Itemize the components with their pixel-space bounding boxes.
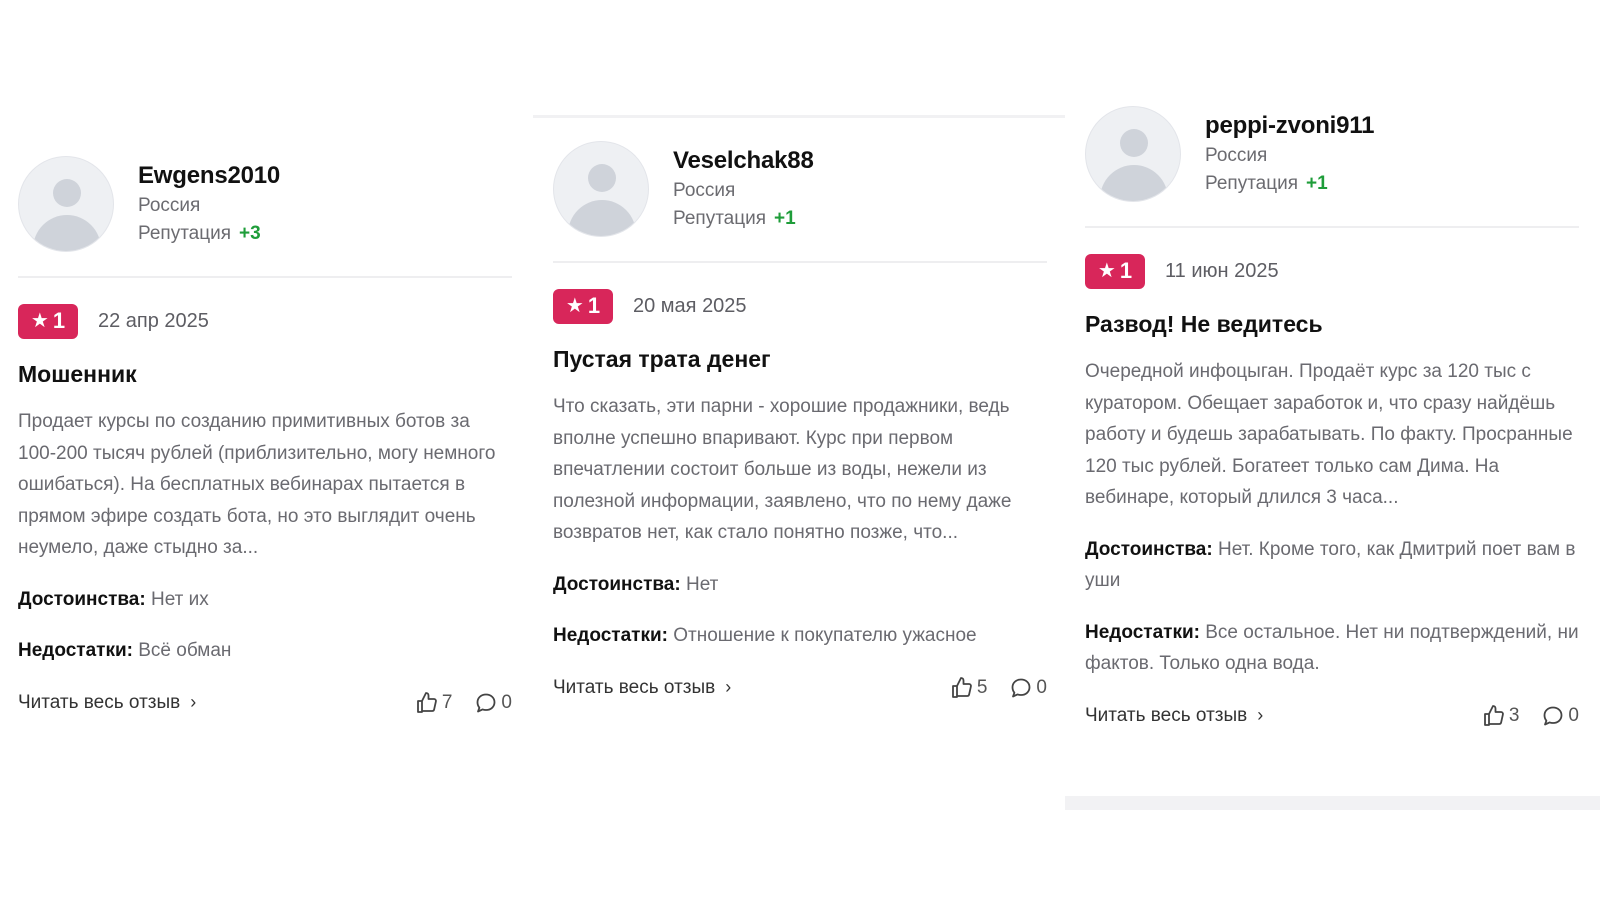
comment-count: 0 bbox=[501, 691, 512, 713]
pros-text: Нет их bbox=[150, 588, 209, 610]
review-date: 20 мая 2025 bbox=[633, 294, 747, 317]
comment-icon bbox=[477, 693, 496, 712]
reputation: Репутация +1 bbox=[673, 205, 814, 233]
read-full-review-link[interactable]: Читать весь отзыв › bbox=[18, 692, 196, 714]
user-country: Россия bbox=[138, 195, 201, 216]
user-info: peppi-zvoni911 Россия Репутация +1 bbox=[1205, 112, 1374, 198]
reputation: Репутация +1 bbox=[1205, 170, 1374, 198]
review-footer: Читать весь отзыв › 7 0 bbox=[18, 687, 512, 719]
review-card: Veselchak88 Россия Репутация +1 ★ 1 20 мая… bbox=[553, 141, 1047, 704]
review-cons: Недостатки: Все остальное. Нет ни подтве… bbox=[1085, 617, 1579, 680]
pros-label: Достоинства: bbox=[553, 573, 681, 595]
read-full-review-label: Читать весь отзыв bbox=[553, 676, 716, 698]
star-icon: ★ bbox=[565, 295, 584, 317]
cons-label: Недостатки: bbox=[1085, 621, 1200, 643]
chevron-right-icon: › bbox=[1257, 705, 1264, 725]
review-pros: Достоинства: Нет bbox=[553, 569, 1047, 601]
comment-button[interactable]: 0 bbox=[474, 691, 512, 715]
username[interactable]: Ewgens2010 bbox=[138, 162, 280, 190]
user-country: Россия bbox=[1205, 145, 1268, 166]
rating-badge: ★ 1 bbox=[1085, 253, 1145, 289]
pros-text: Нет bbox=[685, 573, 719, 595]
star-icon: ★ bbox=[1097, 260, 1116, 282]
reputation-value: +1 bbox=[1306, 173, 1328, 194]
divider bbox=[553, 261, 1047, 263]
reputation-label: Репутация bbox=[1205, 173, 1299, 194]
review-pros: Достоинства: Нет их bbox=[18, 584, 512, 616]
chevron-right-icon: › bbox=[725, 677, 732, 697]
review-card: peppi-zvoni911 Россия Репутация +1 ★ 1 11 … bbox=[1085, 106, 1579, 732]
read-full-review-label: Читать весь отзыв bbox=[1085, 704, 1248, 726]
rating-value: 1 bbox=[52, 308, 66, 333]
divider bbox=[1085, 226, 1579, 228]
review-date: 11 июн 2025 bbox=[1165, 259, 1279, 282]
thumbs-up-icon bbox=[416, 691, 437, 713]
username[interactable]: peppi-zvoni911 bbox=[1205, 112, 1374, 140]
comment-icon bbox=[1012, 678, 1031, 697]
review-footer: Читать весь отзыв › 5 0 bbox=[553, 672, 1047, 704]
reputation-value: +1 bbox=[774, 208, 796, 229]
reputation-label: Репутация bbox=[138, 223, 232, 244]
review-pros: Достоинства: Нет. Кроме того, как Дмитри… bbox=[1085, 534, 1579, 597]
read-full-review-link[interactable]: Читать весь отзыв › bbox=[553, 677, 731, 699]
review-date: 22 апр 2025 bbox=[98, 309, 209, 332]
cons-label: Недостатки: bbox=[553, 625, 668, 646]
user-country: Россия bbox=[673, 180, 736, 201]
cons-label: Недостатки: bbox=[18, 640, 133, 661]
review-card: Ewgens2010 Россия Репутация +3 ★ 1 22 апр … bbox=[18, 156, 512, 719]
like-button[interactable]: 5 bbox=[950, 676, 988, 700]
review-meta: ★ 1 22 апр 2025 bbox=[18, 303, 512, 339]
review-text: Очередной инфоцыган. Продаёт курс за 120… bbox=[1085, 361, 1573, 508]
avatar[interactable] bbox=[553, 141, 649, 237]
review-cons: Недостатки: Отношение к покупателю ужасн… bbox=[553, 620, 1047, 652]
thumbs-up-icon bbox=[1483, 704, 1504, 726]
comment-icon bbox=[1544, 706, 1563, 725]
review-text: Что сказать, эти парни - хорошие продажн… bbox=[553, 396, 1012, 543]
comment-count: 0 bbox=[1036, 676, 1047, 698]
cons-text: Всё обман bbox=[138, 640, 232, 661]
rating-badge: ★ 1 bbox=[18, 303, 78, 339]
review-title[interactable]: Пустая трата денег bbox=[553, 344, 1047, 374]
comment-button[interactable]: 0 bbox=[1541, 704, 1579, 728]
comment-button[interactable]: 0 bbox=[1009, 676, 1047, 700]
reputation: Репутация +3 bbox=[138, 220, 280, 248]
like-button[interactable]: 3 bbox=[1482, 704, 1520, 728]
like-count: 7 bbox=[441, 691, 453, 713]
avatar[interactable] bbox=[1085, 106, 1181, 202]
review-cons: Недостатки: Всё обман bbox=[18, 635, 512, 667]
username[interactable]: Veselchak88 bbox=[673, 147, 814, 175]
comment-count: 0 bbox=[1568, 704, 1579, 726]
review-footer: Читать весь отзыв › 3 0 bbox=[1085, 700, 1579, 732]
rating-badge: ★ 1 bbox=[553, 288, 613, 324]
review-header: Veselchak88 Россия Репутация +1 bbox=[553, 141, 1047, 237]
chevron-right-icon: › bbox=[190, 692, 197, 712]
user-info: Ewgens2010 Россия Репутация +3 bbox=[138, 162, 280, 248]
star-icon: ★ bbox=[30, 310, 49, 332]
review-text: Продает курсы по созданию примитивных бо… bbox=[18, 411, 496, 558]
review-header: Ewgens2010 Россия Репутация +3 bbox=[18, 156, 512, 252]
rating-value: 1 bbox=[587, 293, 601, 318]
review-meta: ★ 1 11 июн 2025 bbox=[1085, 253, 1579, 289]
like-count: 5 bbox=[976, 676, 988, 698]
pros-label: Достоинства: bbox=[1085, 538, 1213, 560]
cons-text: Отношение к покупателю ужасное bbox=[673, 625, 977, 646]
review-title[interactable]: Развод! Не ведитесь bbox=[1085, 309, 1579, 339]
column-divider-top bbox=[533, 115, 1065, 118]
reputation-value: +3 bbox=[239, 223, 261, 244]
review-header: peppi-zvoni911 Россия Репутация +1 bbox=[1085, 106, 1579, 202]
rating-value: 1 bbox=[1119, 258, 1133, 283]
read-full-review-link[interactable]: Читать весь отзыв › bbox=[1085, 705, 1263, 727]
like-count: 3 bbox=[1508, 704, 1520, 726]
reputation-label: Репутация bbox=[673, 208, 767, 229]
divider bbox=[18, 276, 512, 278]
pros-label: Достоинства: bbox=[18, 588, 146, 610]
thumbs-up-icon bbox=[951, 676, 972, 698]
avatar[interactable] bbox=[18, 156, 114, 252]
like-button[interactable]: 7 bbox=[415, 691, 453, 715]
review-title[interactable]: Мошенник bbox=[18, 359, 512, 389]
column-divider-bottom bbox=[1065, 796, 1600, 810]
read-full-review-label: Читать весь отзыв bbox=[18, 691, 181, 713]
user-info: Veselchak88 Россия Репутация +1 bbox=[673, 147, 814, 233]
review-meta: ★ 1 20 мая 2025 bbox=[553, 288, 1047, 324]
